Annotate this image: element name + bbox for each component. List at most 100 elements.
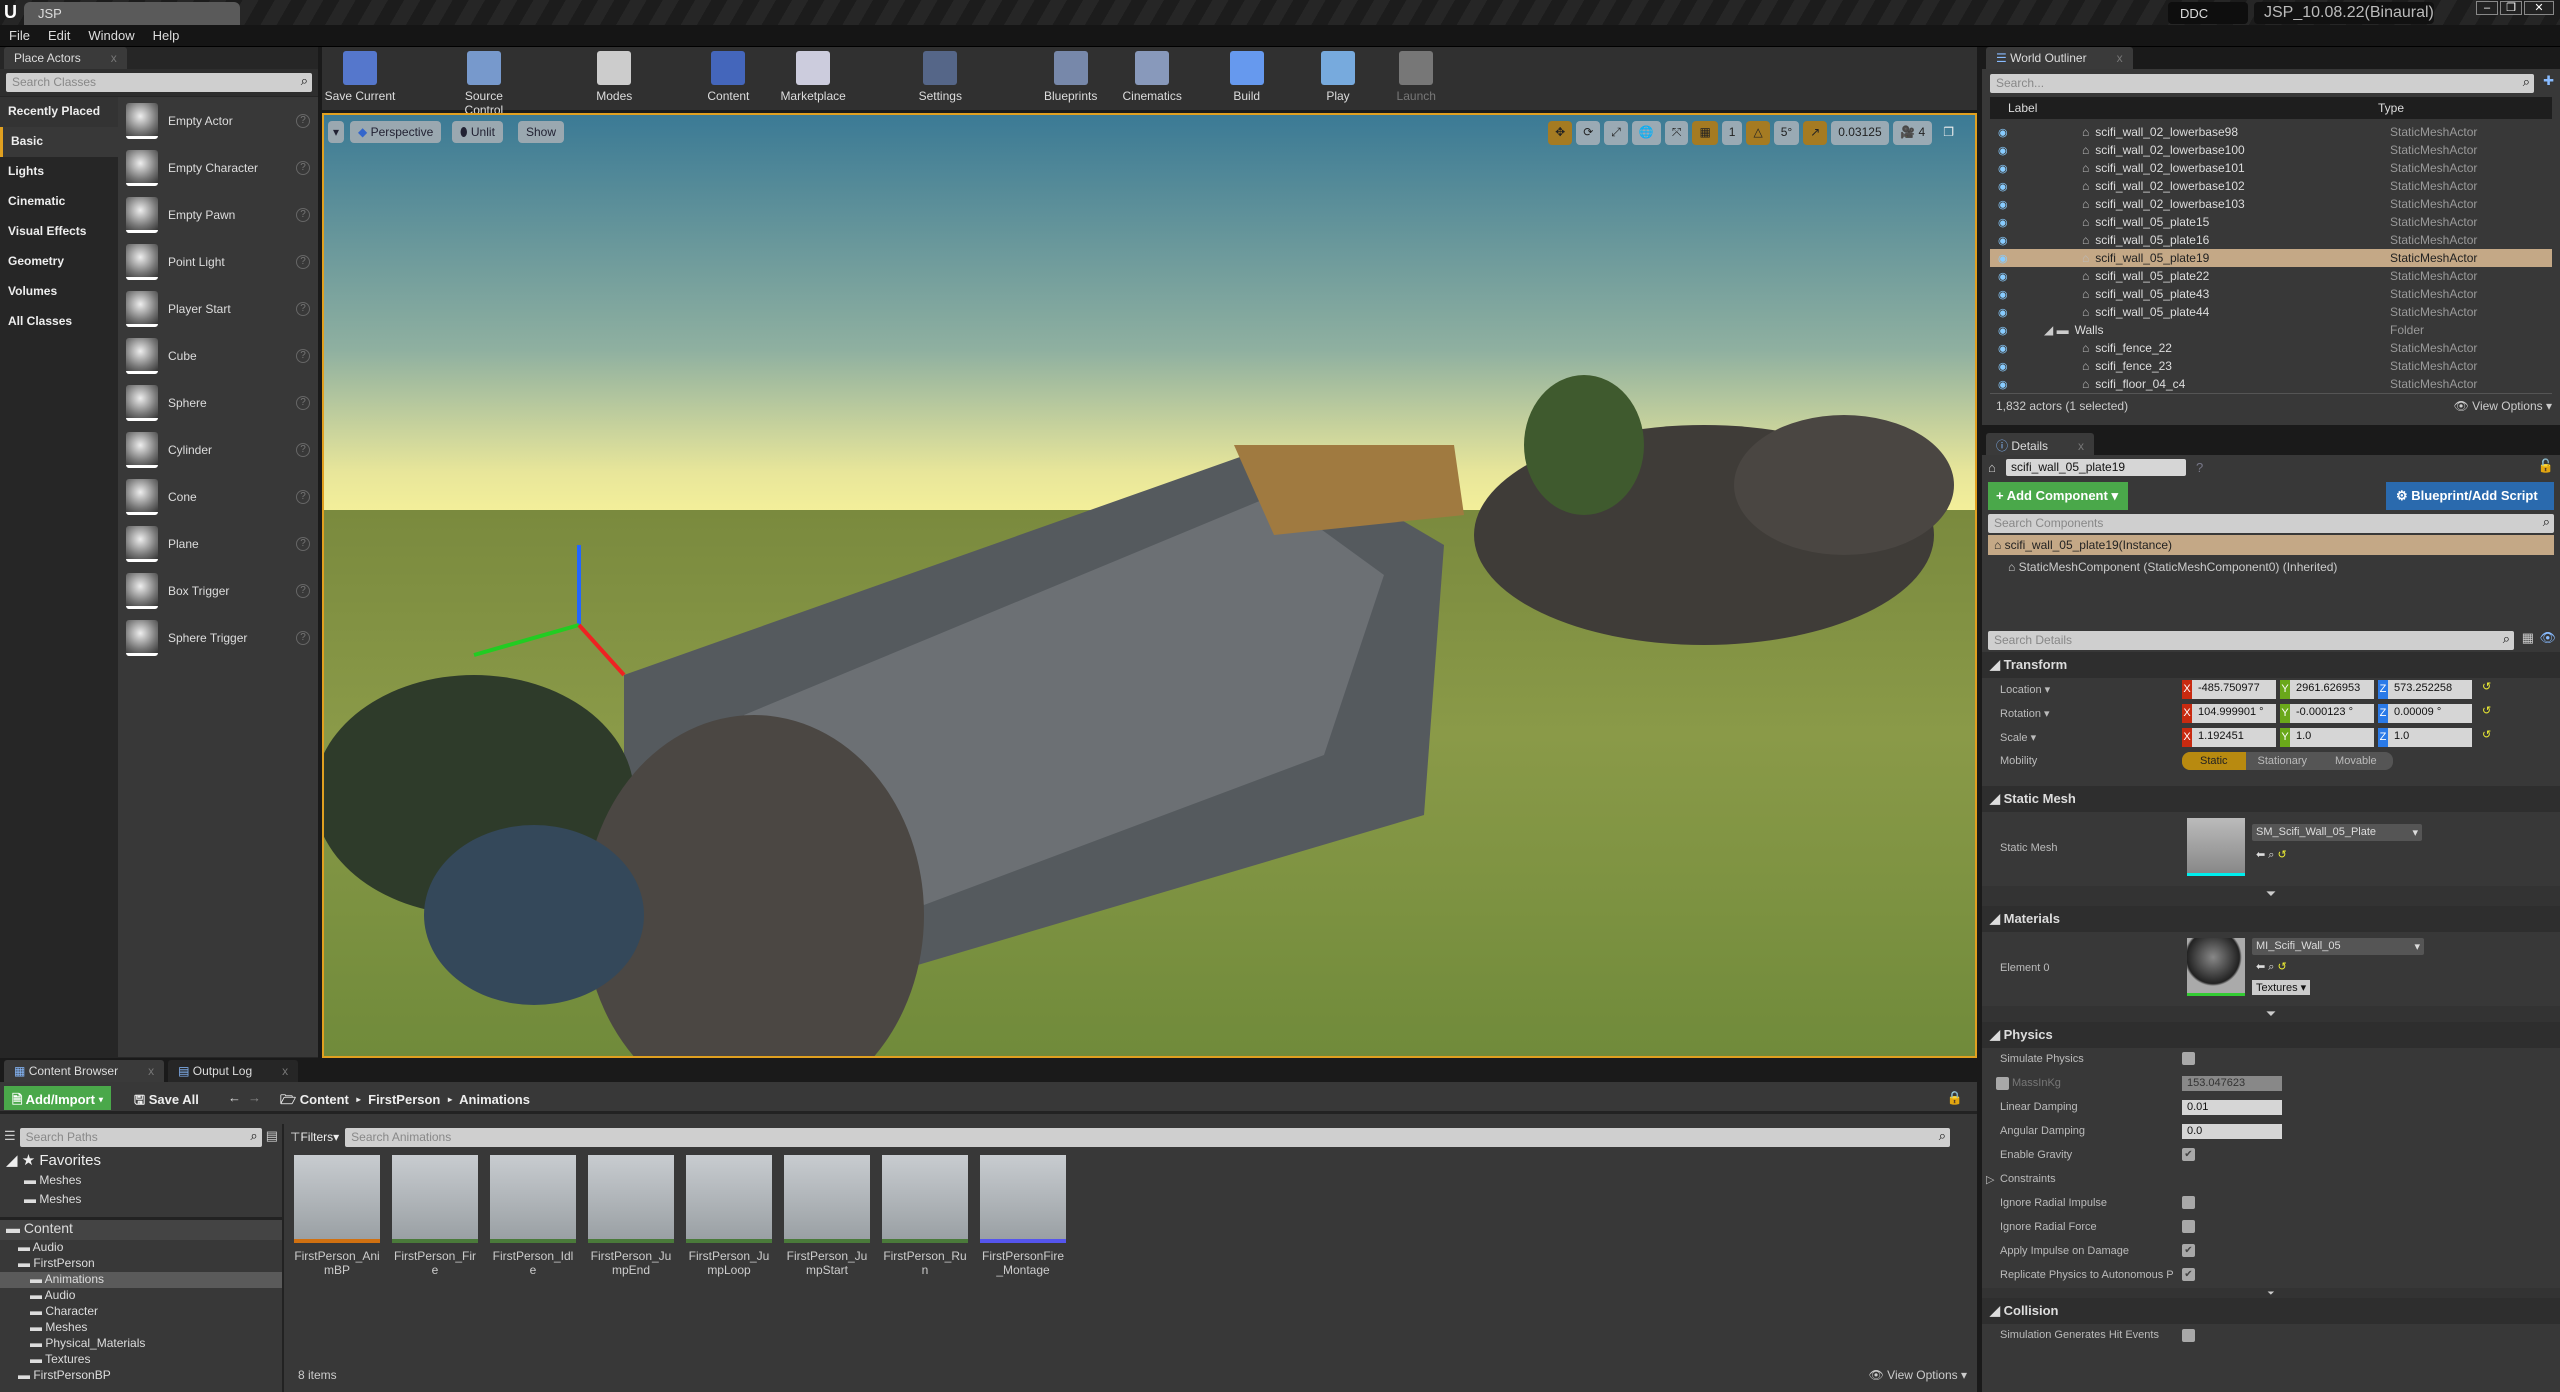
visibility-eye-icon[interactable]: ◉ [1998, 234, 2014, 247]
component-row[interactable]: ⌂ StaticMeshComponent (StaticMeshCompone… [1982, 555, 2560, 577]
minimize-button[interactable]: – [2476, 1, 2498, 15]
outliner-search-input[interactable]: Search... ⌕ [1990, 74, 2534, 93]
visibility-eye-icon[interactable]: ◉ [1998, 270, 2014, 283]
asset-tile[interactable]: FirstPerson_JumpEnd [588, 1155, 674, 1277]
materials-section[interactable]: ◢ Materials [1982, 906, 2560, 932]
location-z-field[interactable]: Z 573.252258 [2378, 680, 2472, 699]
actor-item[interactable]: Empty Character? [118, 144, 318, 191]
asset-tile[interactable]: FirstPerson_JumpLoop [686, 1155, 772, 1277]
toolbar-content-button[interactable]: Content [690, 51, 766, 103]
location-x-field[interactable]: X -485.750977 [2182, 680, 2276, 699]
mobility-stationary[interactable]: Stationary [2246, 752, 2320, 770]
sources-toggle-icon[interactable]: ☰ [4, 1128, 16, 1147]
actor-item[interactable]: Box Trigger? [118, 567, 318, 614]
search-assets-input[interactable]: Search Animations ⌕ [345, 1128, 1950, 1147]
outliner-row[interactable]: ◉ ⌂ scifi_wall_05_plate19 StaticMeshActor [1990, 249, 2552, 267]
help-icon[interactable]: ? [296, 348, 310, 363]
outliner-row[interactable]: ◉ ⌂ scifi_wall_02_lowerbase100 StaticMeshAc… [1990, 141, 2552, 159]
actor-item[interactable]: Plane? [118, 520, 318, 567]
collision-section[interactable]: ◢ Collision [1982, 1298, 2560, 1324]
document-tab[interactable]: JSP [24, 2, 240, 25]
static-mesh-section[interactable]: ◢ Static Mesh [1982, 786, 2560, 812]
location-y-field[interactable]: Y 2961.626953 [2280, 680, 2374, 699]
world-space-icon[interactable]: 🌐 [1631, 121, 1661, 145]
scale-x-field[interactable]: X 1.192451 [2182, 728, 2276, 747]
mobility-movable[interactable]: Movable [2319, 752, 2393, 770]
actor-item[interactable]: Empty Actor? [118, 97, 318, 144]
visibility-eye-icon[interactable]: ◉ [1998, 306, 2014, 319]
search-details-input[interactable]: Search Details ⌕ [1988, 631, 2514, 650]
asset-tile[interactable]: FirstPersonFire_Montage [980, 1155, 1066, 1277]
crumb-content[interactable]: Content [300, 1092, 349, 1107]
camera-speed[interactable]: 🎥 4 [1893, 121, 1933, 145]
material-thumbnail[interactable] [2187, 938, 2245, 996]
folder-animations[interactable]: ▬ Animations [0, 1272, 282, 1288]
column-type[interactable]: Type [2378, 101, 2404, 115]
category-visual-effects[interactable]: Visual Effects [0, 217, 118, 247]
rotation-y-field[interactable]: Y -0.000123 ° [2280, 704, 2374, 723]
transform-section[interactable]: ◢ Transform [1982, 652, 2560, 678]
folder-textures[interactable]: ▬ Textures [0, 1352, 282, 1368]
show-button[interactable]: Show [518, 121, 565, 143]
view-options-button[interactable]: 👁 View Options ▾ [2454, 399, 2552, 413]
toolbar-build-button[interactable]: Build [1209, 51, 1285, 103]
hit-events-checkbox[interactable] [2182, 1329, 2195, 1342]
ddc-indicator[interactable]: DDC [2168, 2, 2248, 24]
toolbar-launch-button[interactable]: Launch [1378, 51, 1454, 103]
expand-arrow-icon[interactable]: ▷ [1986, 1173, 1994, 1186]
help-icon[interactable]: ? [296, 113, 310, 128]
category-geometry[interactable]: Geometry [0, 247, 118, 277]
favorite-folder[interactable]: ▬ Meshes [0, 1192, 282, 1208]
use-selected-icon[interactable]: ⬅ [2256, 849, 2265, 861]
visibility-eye-icon[interactable]: ◉ [1998, 198, 2014, 211]
toolbar-blueprints-button[interactable]: Blueprints [1033, 51, 1109, 103]
crumb-firstperson[interactable]: FirstPerson [368, 1092, 440, 1107]
folder-content[interactable]: ▬ Content [0, 1220, 282, 1240]
toolbar-marketplace-button[interactable]: Marketplace [775, 51, 851, 103]
perspective-button[interactable]: ◆ Perspective [350, 121, 442, 143]
scale-snap-value[interactable]: 0.03125 [1831, 121, 1890, 145]
category-recently-placed[interactable]: Recently Placed [0, 97, 118, 127]
lock-icon[interactable]: 🔓 [2538, 458, 2554, 474]
tab-output-log[interactable]: ▤ Output Log x [168, 1060, 299, 1082]
actor-item[interactable]: Cone? [118, 473, 318, 520]
asset-tile[interactable]: FirstPerson_JumpStart [784, 1155, 870, 1277]
help-icon[interactable]: ? [296, 630, 310, 645]
close-button[interactable]: ✕ [2524, 1, 2554, 15]
rotation-x-field[interactable]: X 104.999901 ° [2182, 704, 2276, 723]
viewport-options-button[interactable]: ▾ [328, 121, 345, 143]
simulate-checkbox[interactable] [2182, 1052, 2195, 1065]
add-filter-icon[interactable]: ✚ [2543, 73, 2554, 89]
use-selected-icon[interactable]: ⬅ [2256, 961, 2265, 973]
rotation-z-field[interactable]: Z 0.00009 ° [2378, 704, 2472, 723]
maximize-viewport-icon[interactable]: ❐ [1936, 121, 1961, 145]
angular-field[interactable]: 0.0 [2182, 1124, 2282, 1139]
outliner-row[interactable]: ◉ ⌂ scifi_wall_02_lowerbase102 StaticMeshAc… [1990, 177, 2552, 195]
outliner-row[interactable]: ◉ ⌂ scifi_wall_05_plate22 StaticMeshActor [1990, 267, 2552, 285]
forward-icon[interactable]: → [248, 1090, 261, 1105]
expand-icon[interactable]: ⏷ [1982, 1288, 2560, 1298]
view-options-button[interactable]: 👁 View Options ▾ [1869, 1368, 1967, 1382]
visibility-eye-icon[interactable]: ◉ [1998, 324, 2014, 337]
location-label[interactable]: Location ▾ [2000, 683, 2050, 696]
grid-size[interactable]: 1 [1721, 121, 1743, 145]
scale-icon[interactable]: ⤢ [1604, 121, 1628, 145]
crumb-animations[interactable]: Animations [459, 1092, 530, 1107]
rotate-icon[interactable]: ⟳ [1576, 121, 1601, 145]
search-classes-input[interactable]: Search Classes ⌕ [6, 73, 312, 92]
ignore_force-checkbox[interactable] [2182, 1220, 2195, 1233]
visibility-eye-icon[interactable]: ◉ [1998, 180, 2014, 193]
asset-tile[interactable]: FirstPerson_Run [882, 1155, 968, 1277]
expand-icon[interactable]: ⏷ [1982, 886, 2560, 906]
asset-tile[interactable]: FirstPerson_AnimBP [294, 1155, 380, 1277]
visibility-eye-icon[interactable]: ◉ [1998, 378, 2014, 391]
folder-meshes[interactable]: ▬ Meshes [0, 1320, 282, 1336]
outliner-row[interactable]: ◉ ⌂ scifi_wall_02_lowerbase103 StaticMeshAc… [1990, 195, 2552, 213]
mobility-static[interactable]: Static [2182, 752, 2246, 770]
toolbar-play-button[interactable]: Play [1300, 51, 1376, 103]
eye-icon[interactable]: 👁 [2539, 630, 2556, 646]
gravity-checkbox[interactable]: ✔ [2182, 1148, 2195, 1161]
back-icon[interactable]: ← [228, 1090, 241, 1105]
tab-place-actors[interactable]: Place Actors x [4, 47, 127, 69]
category-cinematic[interactable]: Cinematic [0, 187, 118, 217]
